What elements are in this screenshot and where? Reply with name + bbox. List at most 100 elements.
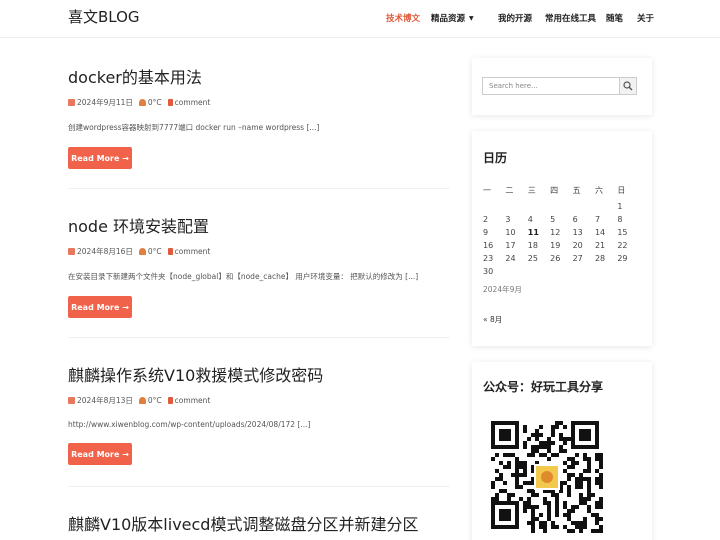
post-divider [68,337,450,338]
calendar-empty-cell [528,265,550,278]
weekday: 四 [550,185,559,195]
calendar-empty-cell [483,200,505,213]
user-icon [138,99,146,106]
calendar-day: 2 [483,215,489,224]
post-title[interactable]: docker的基本用法 [68,64,450,88]
calendar-weekdays: 一 二 三 四 五 六 日 [483,180,640,200]
calendar-day: 26 [550,254,561,263]
search-icon [623,81,633,91]
post-meta: 2024年8月16日 0°C comment [68,246,450,257]
calendar-day: 11 [527,228,539,237]
post-excerpt: 创建wordpress容器映射到7777端口 docker run –name … [68,123,320,132]
post-meta: 2024年9月11日 0°C comment [68,97,450,108]
post-temp: 0°C [147,247,162,256]
calendar-icon [68,248,75,255]
user-icon [138,248,146,255]
calendar-icon [68,99,75,106]
calendar-week: 2 3 4 5 6 7 8 [483,213,640,226]
calendar-day: 1 [617,202,623,211]
post-title[interactable]: node 环境安装配置 [68,213,450,237]
calendar-day: 30 [483,267,494,276]
calendar-day: 13 [572,228,583,237]
post-card: node 环境安装配置 2024年8月16日 0°C comment 在安装目录… [68,213,450,318]
calendar-empty-cell [617,265,639,278]
calendar-day: 17 [505,241,516,250]
post-card: 麒麟操作系统V10救援模式修改密码 2024年8月13日 0°C comment… [68,362,450,465]
weekday: 日 [617,185,626,195]
weekday: 五 [572,185,581,195]
calendar-day: 4 [527,215,533,224]
calendar-empty-cell [573,265,595,278]
search-input[interactable]: Search here... [482,77,620,95]
post-date[interactable]: 2024年8月13日 [77,395,133,406]
calendar-week: 1 [483,200,640,213]
read-more-button[interactable]: Read More → [68,443,132,465]
read-more-button[interactable]: Read More → [68,147,132,169]
calendar-days: 1 2 3 4 5 6 7 8 9 10 11 12 13 14 15 16 17 18 19 20 21 22 23 24 2… [483,200,640,278]
wechat-title: 公众号：好玩工具分享 [483,380,604,394]
calendar-title: 日历 [483,151,508,165]
calendar-empty-cell [505,200,527,213]
post-excerpt: 在安装目录下新建两个文件夹【node_global】和【node_cache】 … [68,272,419,281]
post-comment-link[interactable]: comment [175,98,211,107]
calendar-day: 8 [617,215,623,224]
calendar-caption: 2024年9月 [483,285,522,294]
post-comment-link[interactable]: comment [175,247,211,256]
post-card: 麒麟V10版本livecd模式调整磁盘分区并新建分区 [68,511,450,535]
post-temp: 0°C [147,98,162,107]
nav-item-resources[interactable]: 精品资源 ▼ [431,12,474,24]
calendar-day: 6 [572,215,578,224]
nav-item-tech-posts[interactable]: 技术博文 [386,12,420,24]
calendar-week: 16 17 18 19 20 21 22 [483,239,640,252]
post-card: docker的基本用法 2024年9月11日 0°C comment 创建wor… [68,64,450,169]
calendar-day: 15 [617,228,628,237]
weekday: 一 [483,185,491,195]
calendar-day: 9 [483,228,489,237]
calendar-day: 19 [550,241,561,250]
post-date[interactable]: 2024年9月11日 [77,97,133,108]
user-icon [138,397,146,404]
calendar-day: 23 [483,254,494,263]
calendar-day: 20 [572,241,583,250]
calendar-day: 25 [527,254,538,263]
site-header: 喜文BLOG 技术博文 精品资源 ▼ 我的开源 常用在线工具 随笔 关于 [0,0,720,38]
nav-item-resources-label: 精品资源 [431,14,466,24]
calendar-week: 9 10 11 12 13 14 15 [483,226,640,239]
calendar-day: 21 [594,241,606,250]
calendar-day: 16 [483,241,494,250]
wechat-widget: 公众号：好玩工具分享 [472,362,652,540]
nav-item-essays[interactable]: 随笔 [606,12,623,24]
calendar-day: 22 [617,241,628,250]
calendar-week: 23 24 25 26 27 28 29 [483,252,640,265]
qr-code-image [490,420,604,534]
calendar-icon [68,397,75,404]
nav-item-open-source[interactable]: 我的开源 [498,12,532,24]
comment-icon [167,248,173,255]
post-comment-link[interactable]: comment [175,396,211,405]
weekday: 三 [527,185,536,195]
search-widget: Search here... [472,58,652,115]
post-date[interactable]: 2024年8月16日 [77,246,133,257]
calendar-day: 24 [505,254,516,263]
calendar-day: 12 [550,228,561,237]
calendar-day: 7 [594,215,601,224]
search-button[interactable] [619,77,637,95]
calendar-empty-cell [550,265,572,278]
calendar-day: 28 [594,254,606,263]
nav-item-about[interactable]: 关于 [637,12,654,24]
post-title[interactable]: 麒麟V10版本livecd模式调整磁盘分区并新建分区 [68,511,450,535]
nav-item-online-tools[interactable]: 常用在线工具 [545,12,596,24]
chevron-down-icon: ▼ [469,15,474,22]
calendar-prev-link[interactable]: « 8月 [483,314,502,325]
calendar-day: 5 [550,215,556,224]
weekday: 二 [505,185,514,195]
calendar-empty-cell [505,265,527,278]
calendar-empty-cell [550,200,572,213]
calendar-day: 14 [594,228,606,237]
calendar-empty-cell [595,200,617,213]
read-more-button[interactable]: Read More → [68,296,132,318]
calendar-day: 18 [527,241,538,250]
post-title[interactable]: 麒麟操作系统V10救援模式修改密码 [68,362,450,386]
comment-icon [167,99,173,106]
site-brand[interactable]: 喜文BLOG [68,6,140,27]
